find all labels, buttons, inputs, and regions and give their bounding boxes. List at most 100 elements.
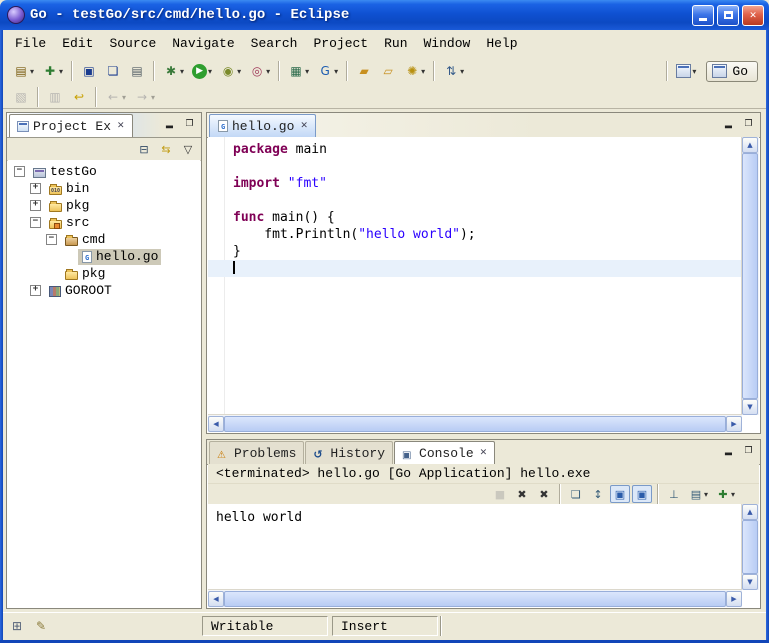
tree-item-pkg[interactable]: +pkg <box>8 197 200 214</box>
close-icon[interactable]: ✕ <box>480 448 488 458</box>
tree-item-cmd[interactable]: −cmd <box>8 231 200 248</box>
code-line[interactable]: fmt.Println("hello world"); <box>208 226 742 243</box>
save-all-button[interactable]: ❏ <box>102 61 124 81</box>
menu-run[interactable]: Run <box>376 33 415 54</box>
code-line[interactable] <box>208 260 742 277</box>
pin-console-button[interactable]: ⊥ <box>664 485 684 503</box>
menu-navigate[interactable]: Navigate <box>164 33 242 54</box>
go-element-button[interactable]: G▾ <box>314 61 341 81</box>
menu-source[interactable]: Source <box>101 33 164 54</box>
clear-console-button[interactable]: ❏ <box>566 485 586 503</box>
show-stderr-button[interactable]: ▣ <box>632 485 652 503</box>
vertical-scrollbar-thumb[interactable] <box>742 520 758 574</box>
print-button[interactable]: ▤ <box>126 61 148 81</box>
tree-item-src[interactable]: −src <box>8 214 200 231</box>
menu-edit[interactable]: Edit <box>54 33 101 54</box>
external-tools-button[interactable]: ◎▾ <box>246 61 273 81</box>
scroll-up-button[interactable]: ▲ <box>742 504 758 520</box>
open-perspective-button[interactable]: ▾ <box>673 62 699 80</box>
scroll-left-button[interactable]: ◀ <box>208 591 224 607</box>
tab-history[interactable]: History <box>305 441 393 464</box>
tree-item-goroot[interactable]: +GOROOT <box>8 282 200 299</box>
expand-icon[interactable]: + <box>30 285 41 296</box>
scroll-lock-button[interactable]: ↕ <box>588 485 608 503</box>
close-window-button[interactable]: ✕ <box>742 5 764 26</box>
scroll-right-button[interactable]: ▶ <box>726 591 742 607</box>
minimize-view-button[interactable]: ▂ <box>720 116 737 132</box>
editor-code[interactable]: package main import "fmt" func main() { fm… <box>208 141 742 277</box>
fast-view-trim-button[interactable]: ⊞ <box>8 617 26 635</box>
new-go-package-button[interactable]: ▦▾ <box>285 61 312 81</box>
last-edit-location-button[interactable]: ↩ <box>68 87 90 107</box>
tab-hello-go[interactable]: hello.go✕ <box>209 114 316 137</box>
horizontal-scrollbar-thumb[interactable] <box>224 591 726 607</box>
remove-launch-button[interactable]: ✖ <box>512 485 532 503</box>
open-folder-button[interactable]: ▱ <box>377 61 399 81</box>
console-horizontal-scrollbar[interactable]: ◀ ▶ <box>208 589 742 607</box>
code-line[interactable]: } <box>208 243 742 260</box>
code-line[interactable] <box>208 158 742 175</box>
collapse-all-button[interactable]: ⊟ <box>134 140 154 158</box>
code-line[interactable]: import "fmt" <box>208 175 742 192</box>
show-stdout-button[interactable]: ▣ <box>610 485 630 503</box>
run-history-button[interactable]: ◉▾ <box>217 61 244 81</box>
tab-project-explorer[interactable]: Project Ex✕ <box>9 114 133 137</box>
new-go-element-button[interactable]: ✚▾ <box>39 61 66 81</box>
menu-help[interactable]: Help <box>478 33 525 54</box>
menu-file[interactable]: File <box>7 33 54 54</box>
maximize-view-button[interactable]: ❐ <box>740 443 757 459</box>
console-vertical-scrollbar[interactable]: ▲ ▼ <box>741 504 759 590</box>
save-button[interactable]: ▣ <box>78 61 100 81</box>
minimize-view-button[interactable]: ▂ <box>161 116 178 132</box>
maximize-view-button[interactable]: ❐ <box>740 116 757 132</box>
maximize-view-button[interactable]: ❐ <box>181 116 198 132</box>
console-output-area[interactable]: hello world <box>208 504 742 590</box>
remove-all-launches-button[interactable]: ✖ <box>534 485 554 503</box>
link-with-editor-button[interactable]: ⇆ <box>156 140 176 158</box>
tab-problems[interactable]: Problems <box>209 441 304 464</box>
expand-icon[interactable]: + <box>30 183 41 194</box>
editor-horizontal-scrollbar[interactable]: ◀ ▶ <box>208 414 742 432</box>
new-wizard-button[interactable]: ▤▾ <box>10 61 37 81</box>
minimize-view-button[interactable]: ▂ <box>720 443 737 459</box>
debug-button[interactable]: ✱▾ <box>160 61 187 81</box>
editor-vertical-scrollbar[interactable]: ▲ ▼ <box>741 137 759 415</box>
collapse-icon[interactable]: − <box>30 217 41 228</box>
collapse-icon[interactable]: − <box>46 234 57 245</box>
open-archive-button[interactable]: ▰ <box>353 61 375 81</box>
scroll-down-button[interactable]: ▼ <box>742 574 758 590</box>
launch-trim-button[interactable]: ✎ <box>32 617 50 635</box>
scroll-down-button[interactable]: ▼ <box>742 399 758 415</box>
menu-project[interactable]: Project <box>305 33 376 54</box>
run-button[interactable]: ▶▾ <box>189 62 215 81</box>
editor-content[interactable]: package main import "fmt" func main() { fm… <box>208 137 742 415</box>
maximize-window-button[interactable] <box>717 5 739 26</box>
expand-icon[interactable]: + <box>30 200 41 211</box>
titlebar[interactable]: Go - testGo/src/cmd/hello.go - Eclipse ✕ <box>0 0 769 30</box>
tree-item-pkg[interactable]: pkg <box>8 265 200 282</box>
tree-item-testgo[interactable]: −testGo <box>8 163 200 180</box>
collapse-icon[interactable]: − <box>14 166 25 177</box>
scroll-left-button[interactable]: ◀ <box>208 416 224 432</box>
vertical-scrollbar-thumb[interactable] <box>742 153 758 399</box>
menu-window[interactable]: Window <box>416 33 479 54</box>
team-synchronize-button[interactable]: ⇅▾ <box>440 61 467 81</box>
close-icon[interactable]: ✕ <box>300 121 308 131</box>
view-menu-button[interactable]: ▽ <box>178 140 198 158</box>
tab-console[interactable]: Console✕ <box>394 441 495 464</box>
code-line[interactable]: func main() { <box>208 209 742 226</box>
close-icon[interactable]: ✕ <box>117 121 125 131</box>
scroll-right-button[interactable]: ▶ <box>726 416 742 432</box>
tree-item-bin[interactable]: +bin <box>8 180 200 197</box>
menu-search[interactable]: Search <box>243 33 306 54</box>
open-console-button[interactable]: ✚▾ <box>713 485 738 503</box>
code-line[interactable] <box>208 192 742 209</box>
tree-item-hello-go[interactable]: hello.go <box>8 248 200 265</box>
go-perspective-button[interactable]: Go <box>706 61 758 82</box>
search-button[interactable]: ✺▾ <box>401 61 428 81</box>
scroll-up-button[interactable]: ▲ <box>742 137 758 153</box>
code-line[interactable]: package main <box>208 141 742 158</box>
minimize-window-button[interactable] <box>692 5 714 26</box>
display-console-button[interactable]: ▤▾ <box>686 485 711 503</box>
horizontal-scrollbar-thumb[interactable] <box>224 416 726 432</box>
